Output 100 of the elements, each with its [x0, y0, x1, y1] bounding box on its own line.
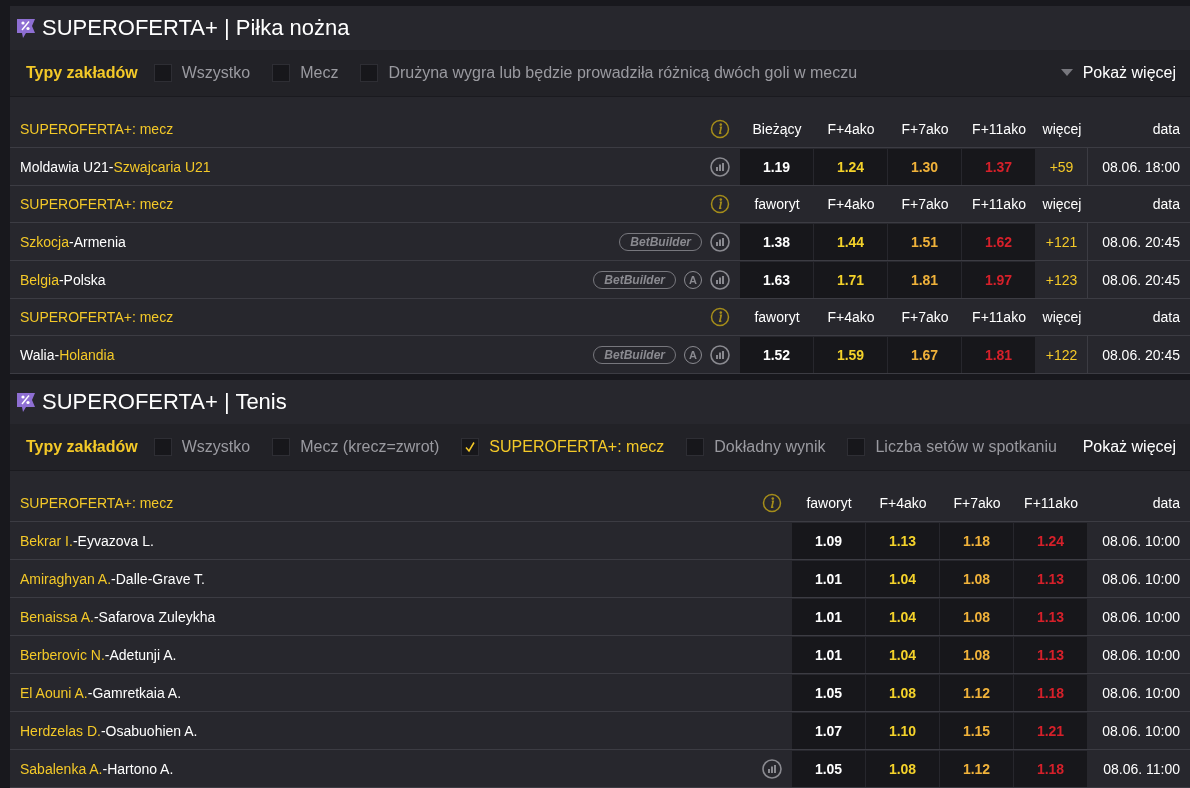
- match-date: 08.06. 10:00: [1101, 645, 1181, 665]
- odds-button[interactable]: 1.81: [888, 262, 961, 298]
- odds-button[interactable]: 1.59: [814, 337, 887, 373]
- filter-label: Typy zakładów: [26, 438, 138, 456]
- column-header: faworyt: [753, 195, 801, 214]
- more-bets-link[interactable]: +59: [1036, 148, 1088, 185]
- odds-button[interactable]: 1.12: [940, 675, 1013, 711]
- show-more-button[interactable]: Pokaż więcej: [1060, 64, 1176, 82]
- group-label: SUPEROFERTA+: mecz: [20, 495, 174, 511]
- column-header: F+7ako: [900, 308, 950, 327]
- odds-button[interactable]: 1.09: [792, 523, 865, 559]
- match-name[interactable]: Moldawia U21-Szwajcaria U21: [20, 158, 211, 175]
- odds-button[interactable]: 1.63: [740, 262, 813, 298]
- odds-button[interactable]: 1.04: [866, 637, 939, 673]
- match-name[interactable]: Herdzelas D.-Osabuohien A.: [20, 722, 198, 739]
- filter-option[interactable]: SUPEROFERTA+: mecz: [489, 438, 665, 456]
- stats-icon[interactable]: [762, 758, 782, 779]
- filter-option[interactable]: Mecz (krecz=zwrot): [300, 438, 440, 456]
- group-label: SUPEROFERTA+: mecz: [20, 309, 174, 325]
- match-name[interactable]: Szkocja-Armenia: [20, 233, 126, 250]
- odds-button[interactable]: 1.04: [866, 599, 939, 635]
- checkbox[interactable]: [686, 438, 705, 456]
- odds-button[interactable]: 1.10: [866, 713, 939, 749]
- odds-button[interactable]: 1.24: [814, 149, 887, 185]
- filter-option[interactable]: Drużyna wygra lub będzie prowadziła różnicą dwóch goli w meczu: [388, 64, 858, 82]
- odds-button[interactable]: 1.08: [866, 675, 939, 711]
- checkbox[interactable]: [272, 438, 291, 456]
- checkbox[interactable]: [360, 64, 379, 82]
- checkbox[interactable]: [847, 438, 866, 456]
- odds-button[interactable]: 1.01: [792, 561, 865, 597]
- percent-tag-icon: [16, 391, 36, 413]
- odds-button[interactable]: 1.30: [888, 149, 961, 185]
- odds-button[interactable]: 1.44: [814, 224, 887, 260]
- odds-button[interactable]: 1.38: [740, 224, 813, 260]
- stats-icon[interactable]: [710, 269, 730, 290]
- match-name[interactable]: Berberovic N.-Adetunji A.: [20, 646, 177, 663]
- odds-button[interactable]: 1.71: [814, 262, 887, 298]
- column-header: więcej: [1041, 120, 1083, 139]
- checkbox[interactable]: [461, 438, 480, 456]
- filter-option[interactable]: Wszystko: [181, 438, 251, 456]
- odds-button[interactable]: 1.15: [940, 713, 1013, 749]
- match-date: 08.06. 10:00: [1101, 607, 1181, 627]
- match-name[interactable]: El Aouni A.-Gamretkaia A.: [20, 684, 182, 701]
- filter-option[interactable]: Dokładny wynik: [714, 438, 826, 456]
- stats-icon[interactable]: [710, 344, 730, 365]
- odds-button[interactable]: 1.18: [940, 523, 1013, 559]
- odds-button[interactable]: 1.51: [888, 224, 961, 260]
- column-header: więcej: [1041, 195, 1083, 214]
- odds-button[interactable]: 1.01: [792, 637, 865, 673]
- column-header: faworyt: [753, 308, 801, 327]
- column-header: F+4ako: [826, 308, 876, 327]
- odds-button[interactable]: 1.08: [940, 637, 1013, 673]
- more-bets-link[interactable]: +122: [1036, 336, 1088, 373]
- group-label: SUPEROFERTA+: mecz: [20, 121, 174, 137]
- odds-button[interactable]: 1.05: [792, 675, 865, 711]
- column-header: F+4ako: [878, 494, 928, 513]
- odds-button[interactable]: 1.12: [940, 751, 1013, 787]
- checkmark-icon: [464, 441, 477, 453]
- column-header: F+7ako: [900, 120, 950, 139]
- column-header: F+11ako: [971, 120, 1027, 139]
- odds-button[interactable]: 1.04: [866, 561, 939, 597]
- odds-button[interactable]: 1.67: [888, 337, 961, 373]
- match-date: 08.06. 10:00: [1101, 531, 1181, 551]
- match-name[interactable]: Amiraghyan A.-Dalle-Grave T.: [20, 570, 205, 587]
- odds-button[interactable]: 1.05: [792, 751, 865, 787]
- column-header: F+7ako: [900, 195, 950, 214]
- checkbox[interactable]: [153, 438, 172, 456]
- odds-button[interactable]: 1.08: [866, 751, 939, 787]
- odds-button[interactable]: 1.13: [866, 523, 939, 559]
- odds-button[interactable]: 1.08: [940, 561, 1013, 597]
- filter-option[interactable]: Mecz: [300, 64, 339, 82]
- stats-icon[interactable]: [710, 156, 730, 177]
- match-name[interactable]: Walia-Holandia: [20, 346, 115, 363]
- column-header: F+11ako: [971, 195, 1027, 214]
- match-date: 08.06. 20:45: [1101, 232, 1181, 252]
- column-header: data: [1151, 494, 1181, 513]
- more-bets-link[interactable]: +123: [1036, 261, 1088, 298]
- odds-button[interactable]: 1.01: [792, 599, 865, 635]
- match-name[interactable]: Bekrar I.-Eyvazova L.: [20, 532, 154, 549]
- column-header: data: [1151, 195, 1181, 214]
- match-date: 08.06. 18:00: [1101, 157, 1181, 177]
- odds-button[interactable]: 1.08: [940, 599, 1013, 635]
- odds-button[interactable]: 1.52: [740, 337, 813, 373]
- info-icon: [762, 493, 782, 513]
- column-header: data: [1151, 120, 1181, 139]
- checkbox[interactable]: [153, 64, 172, 82]
- section-title: SUPEROFERTA+ | Piłka nożna: [42, 15, 350, 41]
- checkbox[interactable]: [272, 64, 291, 82]
- match-name[interactable]: Sabalenka A.-Hartono A.: [20, 760, 174, 777]
- show-more-button[interactable]: Pokaż więcej: [1082, 438, 1176, 456]
- stats-icon[interactable]: [710, 231, 730, 252]
- match-name[interactable]: Belgia-Polska: [20, 271, 106, 288]
- more-bets-link[interactable]: +121: [1036, 223, 1088, 260]
- odds-button[interactable]: 1.19: [740, 149, 813, 185]
- section-title: SUPEROFERTA+ | Tenis: [42, 389, 287, 415]
- match-name[interactable]: Benaissa A.-Safarova Zuleykha: [20, 608, 216, 625]
- filter-option[interactable]: Wszystko: [181, 64, 251, 82]
- odds-button[interactable]: 1.07: [792, 713, 865, 749]
- filter-option[interactable]: Liczba setów w spotkaniu: [875, 438, 1057, 456]
- match-date: 08.06. 10:00: [1101, 683, 1181, 703]
